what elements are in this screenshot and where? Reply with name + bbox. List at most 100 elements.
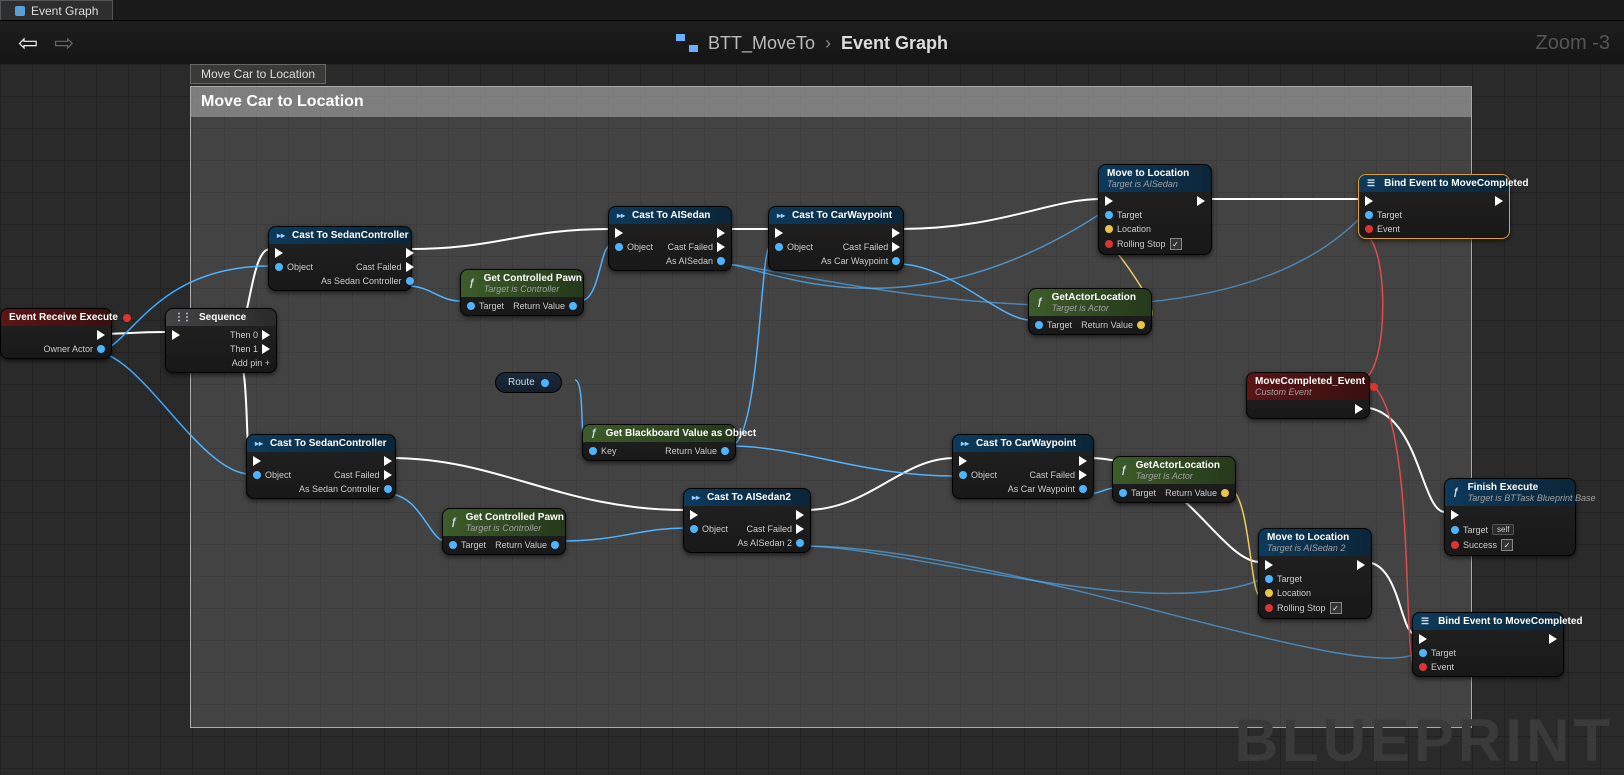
pin-object[interactable]: Object (275, 262, 313, 272)
pin-target[interactable]: Target (1265, 574, 1342, 584)
pin-object[interactable]: Object (775, 242, 813, 252)
pin-as-carwaypoint[interactable]: As Car Waypoint (1008, 484, 1087, 494)
node-title: Get Controlled PawnTarget is Controller (461, 270, 583, 297)
pin-then0[interactable]: Then 0 (230, 330, 270, 340)
node-getactorlocation-1[interactable]: GetActorLocationTarget is Actor Target R… (1028, 288, 1152, 335)
pin-return[interactable]: Return Value (513, 301, 577, 311)
pin-exec-out[interactable] (384, 456, 392, 466)
pin-exec-in[interactable] (1365, 196, 1402, 206)
pin-cast-failed[interactable]: Cast Failed (334, 470, 392, 480)
pin-exec-out[interactable] (892, 228, 900, 238)
pin-rolling-stop[interactable]: Rolling Stop✓ (1105, 238, 1182, 250)
node-cast-aisedan2[interactable]: Cast To AISedan2 Object Cast Failed As A… (683, 488, 811, 553)
pin-exec-in[interactable] (959, 456, 997, 466)
pin-as-sedan-controller[interactable]: As Sedan Controller (321, 276, 414, 286)
node-get-controlled-pawn-2[interactable]: Get Controlled PawnTarget is Controller … (442, 508, 566, 555)
node-move-to-location-1[interactable]: Move to LocationTarget is AISedan Target… (1098, 164, 1212, 255)
pin-exec-in[interactable] (275, 248, 313, 258)
nav-back-icon[interactable]: ⇦ (18, 29, 38, 58)
pin-return[interactable]: Return Value (495, 540, 559, 550)
pin-key[interactable]: Key (589, 446, 617, 456)
pin-as-aisedan[interactable]: As AISedan (666, 256, 725, 266)
node-getactorlocation-2[interactable]: GetActorLocationTarget is Actor Target R… (1112, 456, 1236, 503)
node-cast-carwaypoint-1[interactable]: Cast To CarWaypoint Object Cast Failed A… (768, 206, 904, 271)
pin-exec-out[interactable] (796, 510, 804, 520)
node-cast-aisedan[interactable]: Cast To AISedan Object Cast Failed As AI… (608, 206, 732, 271)
pin-then1[interactable]: Then 1 (230, 344, 270, 354)
pin-addpin[interactable]: Add pin + (232, 358, 270, 368)
pin-return[interactable]: Return Value (1081, 320, 1145, 330)
pin-object[interactable]: Object (690, 524, 728, 534)
pin-cast-failed[interactable]: Cast Failed (1029, 470, 1087, 480)
pin-object[interactable]: Object (615, 242, 653, 252)
pin-success[interactable]: Success✓ (1451, 539, 1514, 551)
pin-exec-out[interactable] (406, 248, 414, 258)
pin-target[interactable]: Target (1035, 320, 1072, 330)
pin-exec-out[interactable] (1079, 456, 1087, 466)
node-get-blackboard-value[interactable]: Get Blackboard Value as Object Key Retur… (582, 424, 736, 461)
node-cast-carwaypoint-2[interactable]: Cast To CarWaypoint Object Cast Failed A… (952, 434, 1094, 499)
pin-target[interactable]: Target (1419, 648, 1456, 658)
comment-title[interactable]: Move Car to Location (191, 87, 1471, 117)
pin-exec-in[interactable] (775, 228, 813, 238)
node-title: Event Receive Execute (1, 309, 111, 326)
pin-exec-out[interactable] (1197, 196, 1205, 206)
pin-location[interactable]: Location (1105, 224, 1182, 234)
node-title: Get Controlled PawnTarget is Controller (443, 509, 565, 536)
pin-as-aisedan2[interactable]: As AISedan 2 (737, 538, 804, 548)
node-bind-event-movecompleted-1[interactable]: Bind Event to MoveCompleted Target Event (1358, 174, 1510, 239)
pin-object[interactable]: Object (959, 470, 997, 480)
pin-exec-out[interactable] (1495, 196, 1503, 206)
pin-exec-in[interactable] (172, 330, 180, 340)
node-cast-sedancontroller-2[interactable]: Cast To SedanController Object Cast Fail… (246, 434, 396, 499)
node-bind-event-movecompleted-2[interactable]: Bind Event to MoveCompleted Target Event (1412, 612, 1564, 677)
node-cast-sedancontroller-1[interactable]: Cast To SedanController Object Cast Fail… (268, 226, 412, 291)
pin-exec-in[interactable] (615, 228, 653, 238)
pin-target[interactable]: Target (1119, 488, 1156, 498)
pin-exec-out[interactable] (97, 330, 105, 340)
pin-exec-out[interactable] (717, 228, 725, 238)
pin-return[interactable]: Return Value (665, 446, 729, 456)
pin-target[interactable]: Target (1105, 210, 1182, 220)
pin-owner-actor[interactable]: Owner Actor (43, 344, 105, 354)
nav-forward-icon[interactable]: ⇨ (54, 29, 74, 58)
pin-exec-in[interactable] (1105, 196, 1182, 206)
pin-return[interactable]: Return Value (1165, 488, 1229, 498)
pin-target[interactable]: Targetself (1451, 524, 1514, 535)
node-event-receive-execute[interactable]: Event Receive Execute Owner Actor (0, 308, 112, 359)
pin-cast-failed[interactable]: Cast Failed (843, 242, 901, 252)
pin-exec-in[interactable] (1265, 560, 1342, 570)
pin-exec-in[interactable] (253, 456, 291, 466)
pin-exec-out[interactable] (1355, 404, 1363, 414)
pin-rolling-stop[interactable]: Rolling Stop✓ (1265, 602, 1342, 614)
node-title: MoveCompleted_EventCustom Event (1247, 373, 1369, 400)
pin-exec-in[interactable] (1419, 634, 1456, 644)
node-movecompleted-event[interactable]: MoveCompleted_EventCustom Event (1246, 372, 1370, 419)
node-sequence[interactable]: Sequence Then 0 Then 1 Add pin + (165, 308, 277, 373)
pin-as-carwaypoint[interactable]: As Car Waypoint (821, 256, 900, 266)
pin-exec-out[interactable] (1357, 560, 1365, 570)
pin-object[interactable]: Object (253, 470, 291, 480)
graph-canvas[interactable]: Move Car to Location Move Car to Locatio… (0, 64, 1624, 775)
pin-target[interactable]: Target (467, 301, 504, 311)
pin-location[interactable]: Location (1265, 588, 1342, 598)
pin-as-sedan-controller[interactable]: As Sedan Controller (299, 484, 392, 494)
pin-event[interactable]: Event (1419, 662, 1456, 672)
pin-cast-failed[interactable]: Cast Failed (667, 242, 725, 252)
node-finish-execute[interactable]: Finish ExecuteTarget is BTTask Blueprint… (1444, 478, 1576, 556)
var-label: Route (508, 377, 535, 388)
tab-event-graph[interactable]: Event Graph (0, 0, 113, 20)
pin-target[interactable]: Target (1365, 210, 1402, 220)
breadcrumb-root[interactable]: BTT_MoveTo (708, 33, 815, 54)
pin-event[interactable]: Event (1365, 224, 1402, 234)
pin-cast-failed[interactable]: Cast Failed (746, 524, 804, 534)
node-title: Cast To AISedan2 (684, 489, 810, 506)
node-get-controlled-pawn-1[interactable]: Get Controlled PawnTarget is Controller … (460, 269, 584, 316)
node-variable-route[interactable]: Route (495, 372, 562, 393)
pin-target[interactable]: Target (449, 540, 486, 550)
pin-exec-out[interactable] (1549, 634, 1557, 644)
pin-exec-in[interactable] (690, 510, 728, 520)
node-move-to-location-2[interactable]: Move to LocationTarget is AISedan 2 Targ… (1258, 528, 1372, 619)
pin-cast-failed[interactable]: Cast Failed (356, 262, 414, 272)
pin-exec-in[interactable] (1451, 510, 1514, 520)
